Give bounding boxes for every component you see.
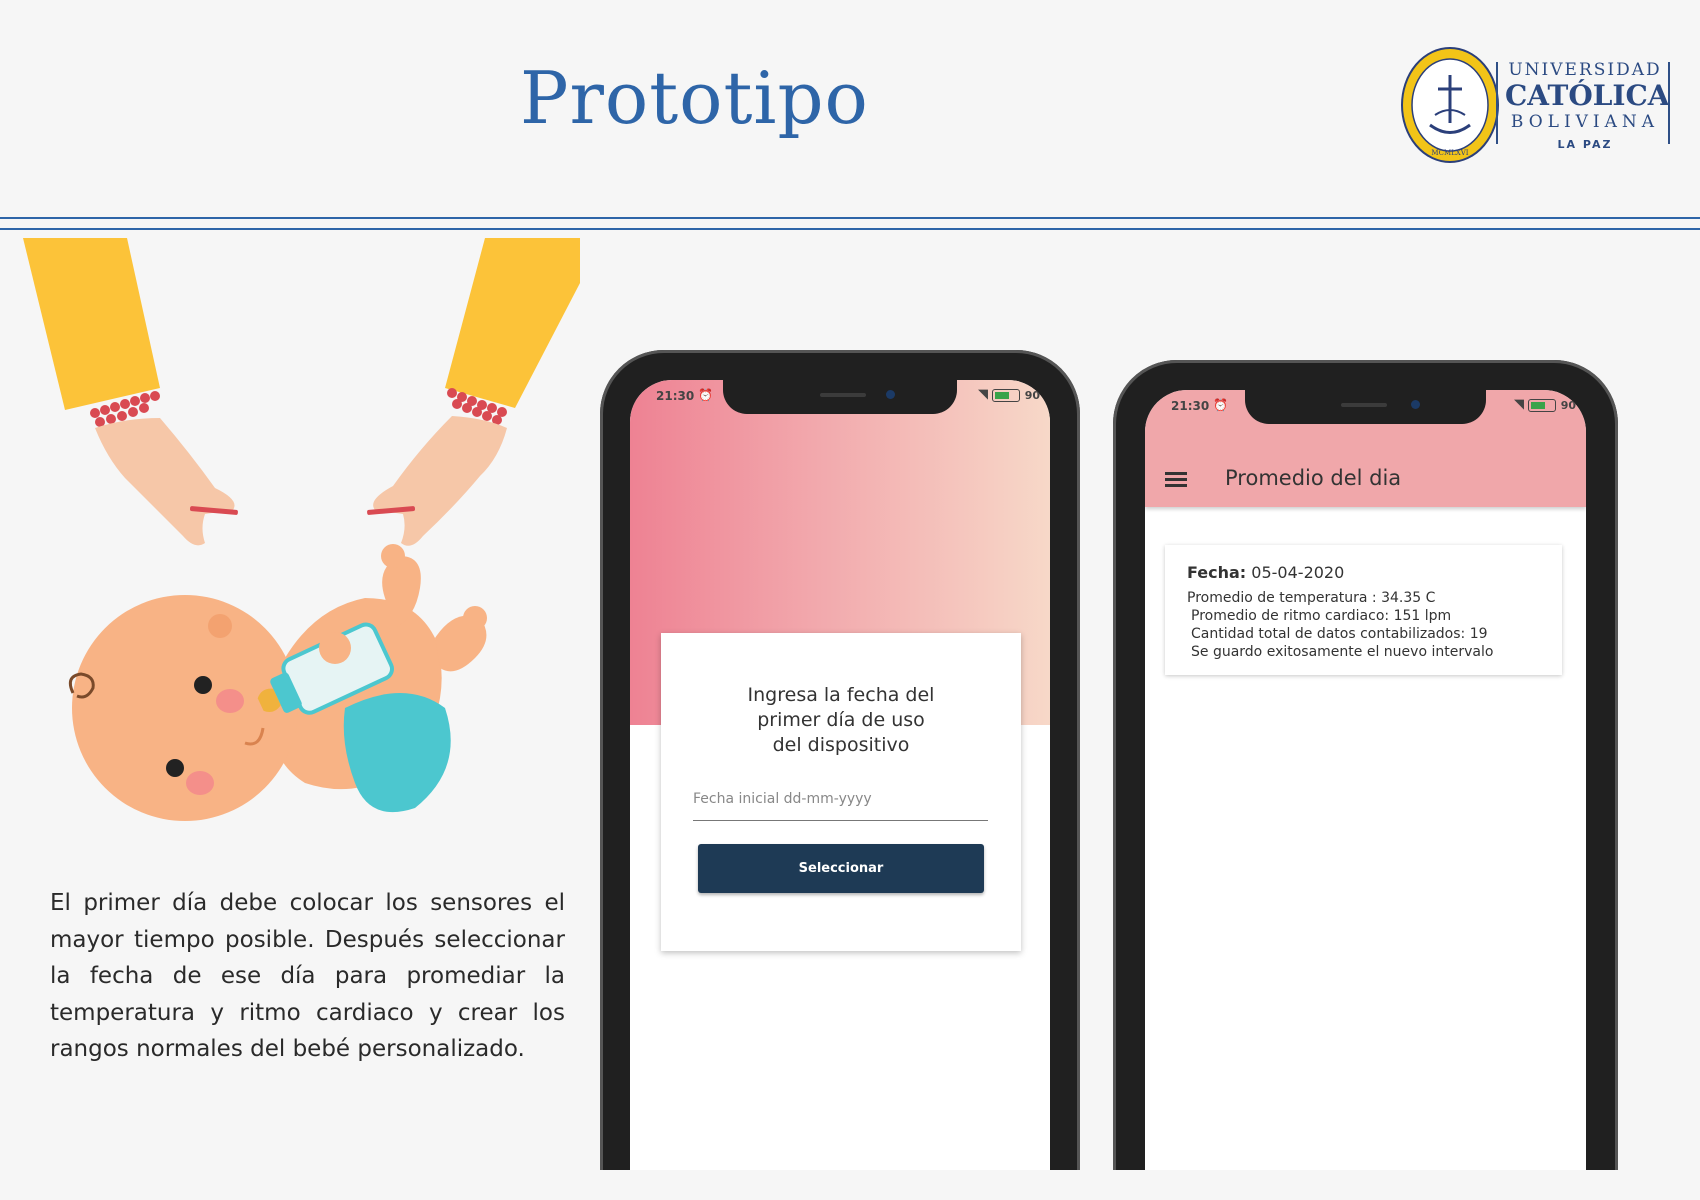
battery-percent: 90: [1024, 389, 1040, 402]
temperature-average: Promedio de temperatura : 34.35 C: [1187, 590, 1436, 606]
hamburger-menu-icon[interactable]: [1165, 472, 1187, 488]
date-value: 05-04-2020: [1251, 563, 1345, 582]
baby-cheek-bottom: [186, 771, 214, 795]
university-line3: BOLIVIANA: [1510, 112, 1660, 132]
page-title: Prototipo: [520, 56, 869, 140]
university-line4: LA PAZ: [1557, 138, 1613, 151]
phone-daily-average: Promedio del dia 21:30 ⏰ ◥ 90 Fecha: 05-…: [1113, 360, 1618, 1170]
status-time: 21:30: [1171, 399, 1210, 413]
data-count: Cantidad total de datos contabilizados: …: [1191, 626, 1488, 642]
baby-illustration: [23, 238, 580, 821]
phone1-status-bar: 21:30 ⏰ ◥ 90: [630, 386, 1050, 408]
baby-eye-top: [194, 676, 212, 694]
logo-divider-right: [1668, 62, 1670, 144]
date-card: Ingresa la fecha del primer día de uso d…: [661, 633, 1021, 951]
select-button[interactable]: Seleccionar: [698, 844, 984, 893]
seal-year-text: MCMLXVI: [1431, 149, 1468, 157]
battery-icon: [1528, 399, 1556, 412]
university-line2: CATÓLICA: [1505, 79, 1670, 112]
baby-eye-bottom: [166, 759, 184, 777]
logo-divider: [1496, 62, 1498, 144]
baby-foot-bottom: [463, 606, 487, 630]
phone-date-input: 21:30 ⏰ ◥ 90 Ingresa la fecha del primer…: [600, 350, 1080, 1170]
alarm-icon: ⏰: [1213, 398, 1228, 412]
baby-ear: [208, 614, 232, 638]
baby-diaper: [343, 693, 451, 813]
battery-percent: 90: [1560, 399, 1576, 412]
left-sleeve: [23, 238, 160, 410]
baby-hand: [319, 632, 351, 664]
battery-icon: [992, 389, 1020, 402]
phone2-status-bar: 21:30 ⏰ ◥ 90: [1145, 396, 1586, 418]
header-rule-top: [0, 217, 1700, 219]
heart-rate-average: Promedio de ritmo cardiaco: 151 lpm: [1191, 608, 1452, 624]
phone2-screen: Promedio del dia 21:30 ⏰ ◥ 90 Fecha: 05-…: [1145, 390, 1586, 1170]
baby-foot-top: [381, 544, 405, 568]
right-hand: [373, 416, 507, 546]
university-line1: UNIVERSIDAD: [1508, 60, 1662, 80]
left-hand: [95, 418, 235, 546]
date-card-title: Ingresa la fecha del primer día de uso d…: [747, 684, 935, 756]
date-row: Fecha: 05-04-2020: [1187, 563, 1344, 582]
phone1-screen: 21:30 ⏰ ◥ 90 Ingresa la fecha del primer…: [630, 380, 1050, 1170]
wifi-icon: ◥: [1514, 397, 1524, 412]
date-label: Fecha:: [1187, 563, 1247, 582]
daily-average-card: Fecha: 05-04-2020 Promedio de temperatur…: [1165, 545, 1562, 675]
wifi-icon: ◥: [978, 387, 988, 402]
university-wordmark: UNIVERSIDAD CATÓLICA BOLIVIANA LA PAZ: [1505, 60, 1670, 151]
right-sleeve: [445, 238, 580, 408]
saved-message: Se guardo exitosamente el nuevo interval…: [1191, 644, 1494, 660]
start-date-input[interactable]: [693, 778, 988, 821]
baby-cheek-top: [216, 689, 244, 713]
university-seal-logo: MCMLXVI: [1401, 47, 1499, 163]
description-text: El primer día debe colocar los sensores …: [50, 890, 565, 1062]
alarm-icon: ⏰: [698, 388, 713, 402]
app-bar-title: Promedio del dia: [1225, 466, 1402, 490]
status-time: 21:30: [656, 389, 695, 403]
header-rule-bottom: [0, 228, 1700, 230]
